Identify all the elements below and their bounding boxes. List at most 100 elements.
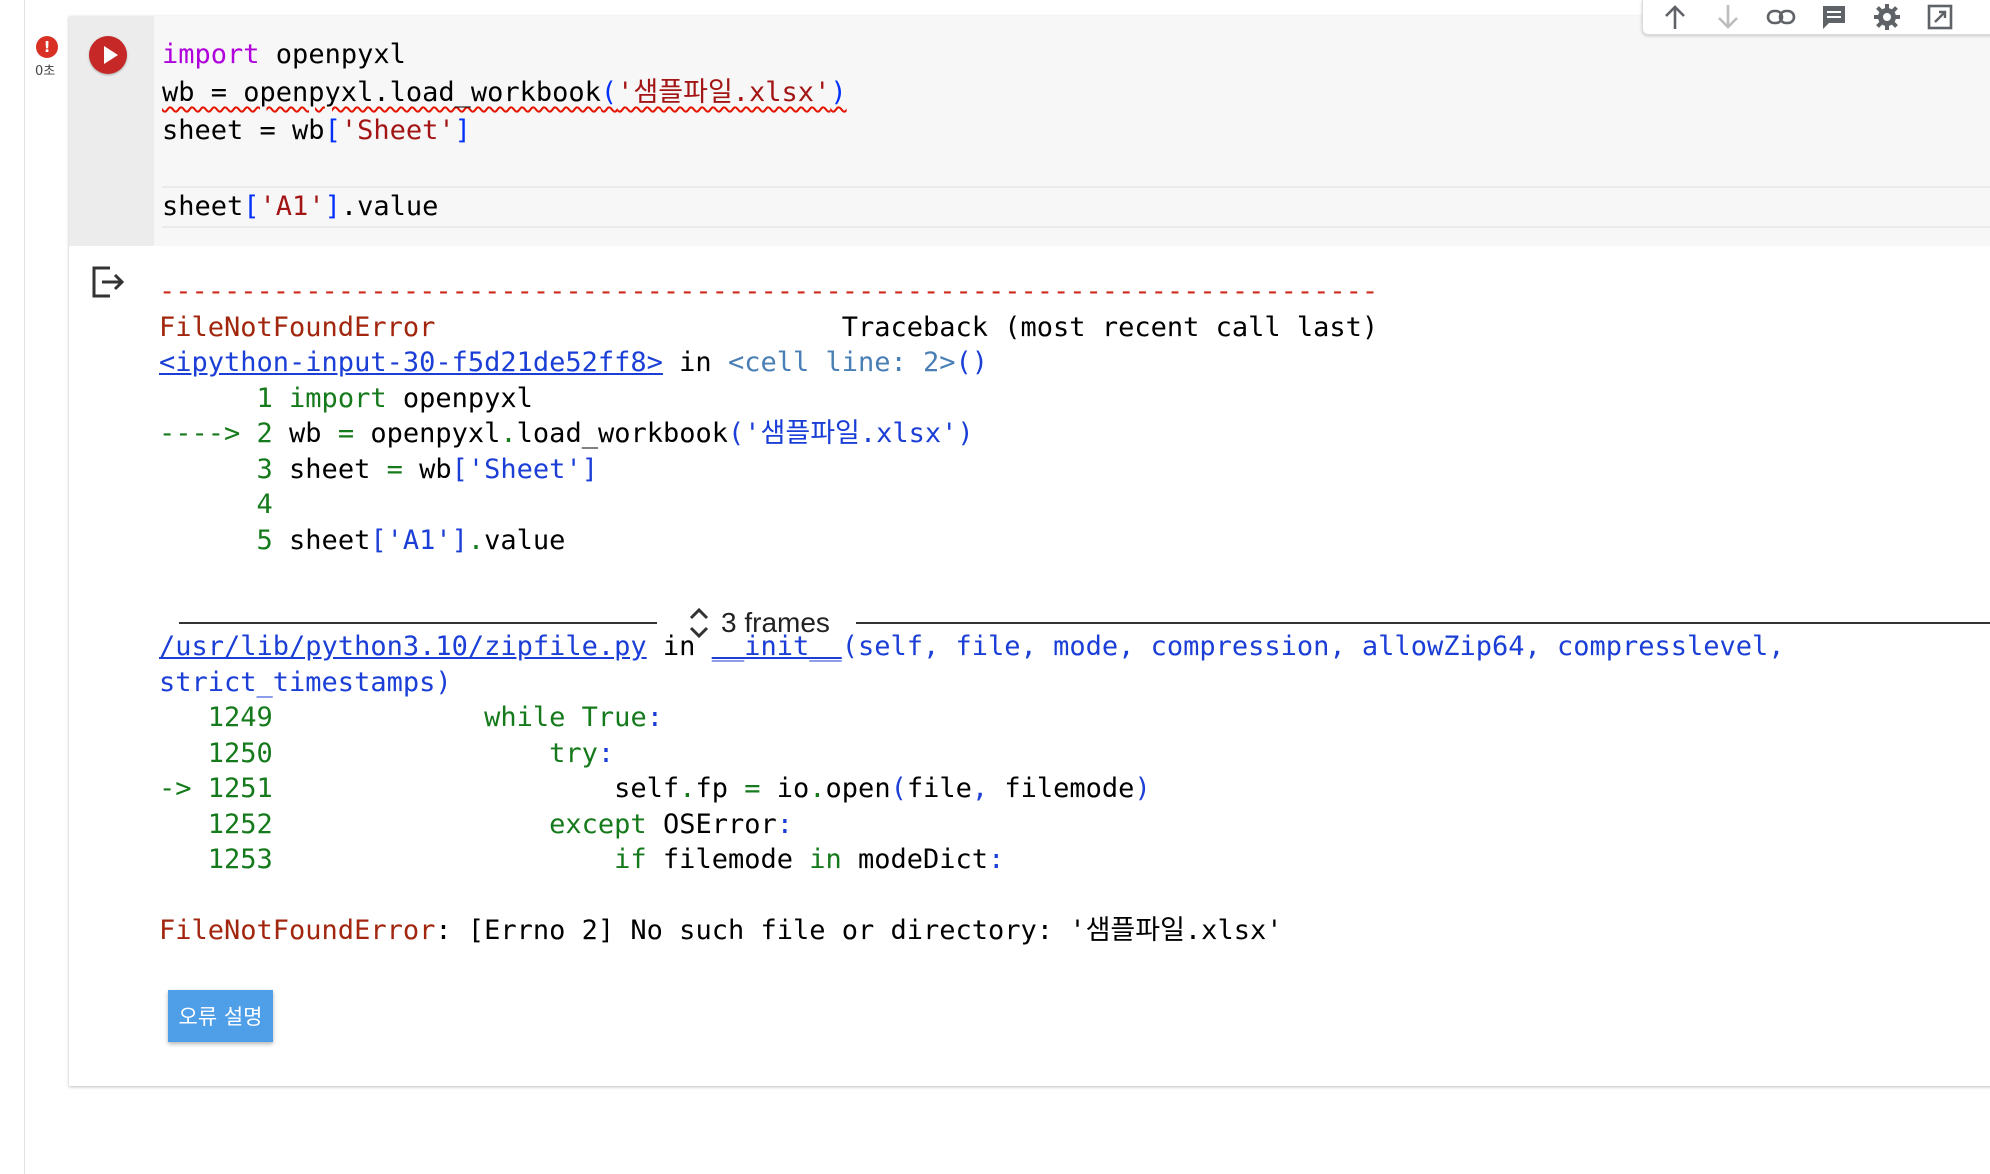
cell-toolbar <box>1642 0 1990 35</box>
code-token: self <box>289 773 680 804</box>
code-token: = <box>386 453 403 485</box>
code-token: . <box>679 773 696 804</box>
left-gutter-rule <box>24 0 25 1174</box>
code-token: except <box>549 808 647 840</box>
code-token: [ <box>451 453 468 485</box>
code-token: open <box>825 773 891 804</box>
code-token: ] <box>451 524 468 556</box>
line-number: 1249 <box>159 702 290 733</box>
code-token: OSError <box>646 808 777 840</box>
code-token: openpyxl <box>386 382 533 414</box>
traceback-header: FileNotFoundError Traceback (most recent… <box>159 311 1379 343</box>
code-token: while <box>484 702 566 733</box>
line-number: 1 <box>159 382 290 414</box>
move-cell-down-icon[interactable] <box>1710 2 1746 32</box>
code-token: : <box>646 702 663 733</box>
code-token: load_workbook <box>516 418 728 449</box>
code-line-1: import openpyxl <box>162 39 406 70</box>
execution-time: 0초 <box>35 64 56 79</box>
line-number: 1253 <box>159 844 290 875</box>
line-number: 3 <box>159 453 290 485</box>
source-context: 1 import openpyxl ----> 2 wb = openpyxl.l… <box>159 381 1785 559</box>
code-token: 'Sheet' <box>467 453 582 485</box>
code-token: ( <box>890 773 907 804</box>
collapsed-frames: 3 frames <box>179 601 1990 645</box>
source-line: 5 sheet['A1'].value <box>159 523 1785 559</box>
code-token: = <box>337 418 355 449</box>
code-token: = <box>744 773 761 804</box>
code-token: sheet <box>289 524 371 556</box>
code-token: ] <box>581 453 598 485</box>
run-cell-button[interactable] <box>89 36 127 74</box>
cell-gutter <box>69 16 154 246</box>
ipython-input-link[interactable]: <ipython-input-30-f5d21de52ff8> <box>159 347 663 378</box>
code-token: [ <box>370 524 387 556</box>
code-token: : <box>776 808 793 840</box>
code-cell[interactable]: import openpyxl wb = openpyxl.load_workb… <box>69 16 1990 1086</box>
code-token: io <box>760 773 810 804</box>
source-line: ----> 2 wb = openpyxl.load_workbook('샘플파… <box>159 416 1785 452</box>
code-text[interactable]: import openpyxl wb = openpyxl.load_workb… <box>162 36 847 226</box>
code-token: . <box>467 524 485 556</box>
line-number: 5 <box>159 524 290 556</box>
code-token: 'A1' <box>386 524 452 556</box>
move-cell-up-icon[interactable] <box>1657 2 1693 32</box>
traceback-location: <ipython-input-30-f5d21de52ff8> in <cell… <box>159 347 989 378</box>
lint-warning: wb = openpyxl.load_workbook('샘플파일.xlsx') <box>162 77 847 108</box>
code-token: filemode <box>988 773 1135 804</box>
code-token: openpyxl <box>354 418 501 449</box>
link-icon[interactable] <box>1763 2 1799 32</box>
code-editor[interactable]: import openpyxl wb = openpyxl.load_workb… <box>69 16 1990 246</box>
source-line: 1253 if filemode in modeDict: <box>159 842 1785 878</box>
source-line: 1 import openpyxl <box>159 381 1785 417</box>
explain-error-button[interactable]: 오류 설명 <box>168 990 273 1042</box>
source-line: 3 sheet = wb['Sheet'] <box>159 452 1785 488</box>
code-token: . <box>500 418 517 449</box>
expand-collapse-icon <box>689 607 709 639</box>
code-token: ( <box>728 418 745 449</box>
code-line-3: sheet = wb['Sheet'] <box>162 115 471 146</box>
code-token: : <box>988 844 1005 875</box>
code-token: True <box>581 702 647 733</box>
line-number: ----> 2 <box>159 418 290 449</box>
source-line: 1250 try: <box>159 736 1785 772</box>
code-token: in <box>809 844 842 875</box>
code-line-2: wb = openpyxl.load_workbook('샘플파일.xlsx') <box>162 74 847 112</box>
code-token: , <box>971 773 989 804</box>
code-token: fp <box>695 773 745 804</box>
source-line: -> 1251 self.fp = io.open(file, filemode… <box>159 771 1785 807</box>
line-number: -> 1251 <box>159 773 290 804</box>
output-menu-icon[interactable] <box>88 262 128 302</box>
code-token: wb <box>289 418 338 449</box>
frames-divider-left <box>179 622 657 624</box>
frames-label: 3 frames <box>721 607 830 638</box>
code-token: import <box>289 382 387 414</box>
code-token: modeDict <box>841 844 989 875</box>
code-token: ) <box>1134 773 1151 804</box>
code-token: if <box>614 844 647 875</box>
frames-divider-right <box>856 622 1990 624</box>
expand-frames-button[interactable]: 3 frames <box>687 603 830 643</box>
source-line: 1249 while True: <box>159 700 1785 736</box>
line-number: 4 <box>159 489 273 520</box>
code-token: value <box>484 524 566 556</box>
more-icon[interactable] <box>1975 2 1990 32</box>
comment-icon[interactable] <box>1816 2 1852 32</box>
code-line-5: sheet['A1'].value <box>162 191 439 222</box>
final-error-line: FileNotFoundError: [Errno 2] No such fil… <box>159 915 1283 946</box>
source-line: 4 <box>159 487 1785 523</box>
code-token: . <box>809 773 826 804</box>
zipfile-args-cont: strict_timestamps) <box>159 666 452 698</box>
gear-icon[interactable] <box>1869 2 1905 32</box>
mirror-cell-icon[interactable] <box>1922 2 1958 32</box>
code-token: sheet <box>289 453 387 485</box>
traceback-separator: ----------------------------------------… <box>159 276 1379 307</box>
zipfile-source-context: 1249 while True: 1250 try: -> 1251 self.f… <box>159 700 1785 878</box>
source-line: 1252 except OSError: <box>159 807 1785 843</box>
code-token: try <box>549 737 598 769</box>
